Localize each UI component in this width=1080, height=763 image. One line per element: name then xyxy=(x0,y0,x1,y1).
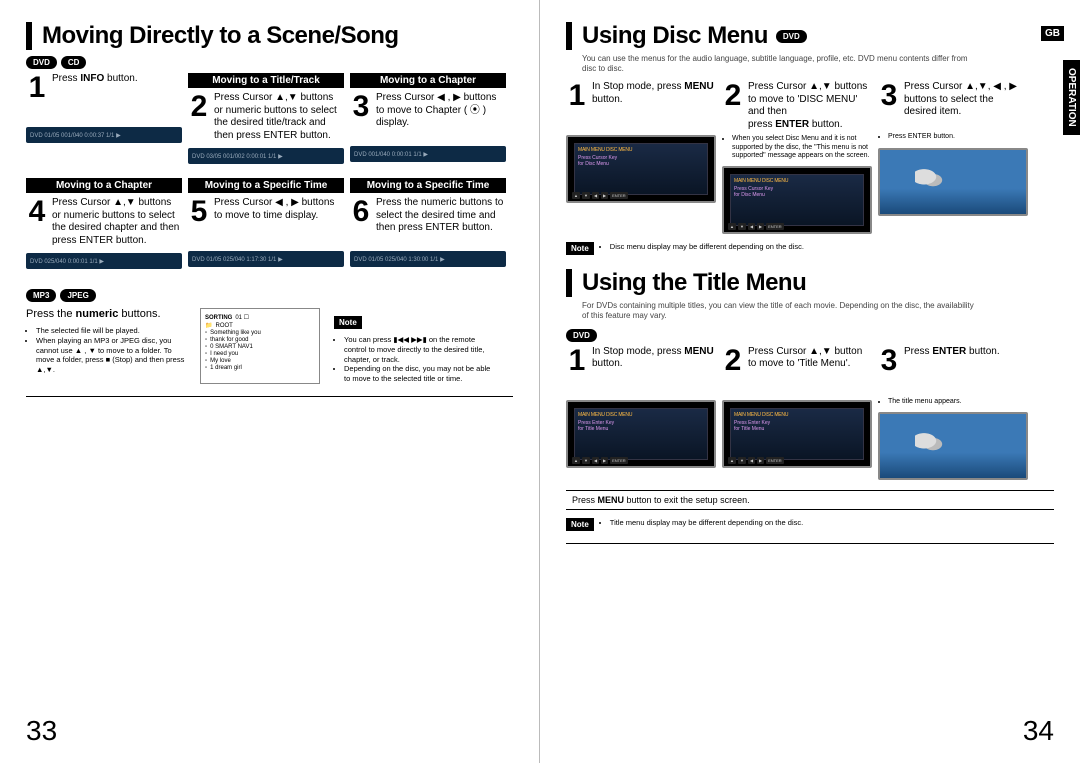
exit-bar: Press MENU button to exit the setup scre… xyxy=(566,490,1054,510)
osd-strip: DVD 025/040 0:00:01 1/1 ▶ xyxy=(26,253,182,269)
step-num: 3 xyxy=(878,346,900,376)
steps-row-1: 1 Press INFO button. DVD 01/05 001/040 0… xyxy=(26,73,513,164)
steps-row-2: Moving to a Chapter 4 Press Cursor ▲,▼ b… xyxy=(26,178,513,269)
section-title-titlemenu: Using the Title Menu xyxy=(582,269,806,297)
titlemenu-intro: For DVDs containing multiple titles, you… xyxy=(582,301,982,320)
step-5: Moving to a Specific Time 5 Press Cursor… xyxy=(188,178,344,269)
step-text: Press Cursor ▲,▼, ◀ , ▶ buttons to selec… xyxy=(904,81,1028,119)
screen-thumb-dolphin xyxy=(878,148,1028,216)
step-text: Press Cursor ▲,▼ button to move to 'Titl… xyxy=(748,346,872,371)
media-badges-titlemenu: DVD xyxy=(566,329,1054,342)
step-6: Moving to a Specific Time 6 Press the nu… xyxy=(350,178,506,269)
disc-note-row: Note Disc menu display may be different … xyxy=(566,242,1054,255)
screen-thumb: MAIN MENU DISC MENU Press Cursor Key for… xyxy=(722,166,872,234)
step-sub: Moving to a Chapter xyxy=(350,73,506,88)
screen-thumb: MAIN MENU DISC MENU Press Enter Key for … xyxy=(566,400,716,468)
step-text: Press ENTER button. xyxy=(904,346,1000,359)
step-text: Press Cursor ▲,▼ buttons to move to 'DIS… xyxy=(748,81,872,131)
screen-thumb: MAIN MENU DISC MENU Press Cursor Key for… xyxy=(566,135,716,203)
note-badge: Note xyxy=(566,518,594,531)
disc-steps-row: 1 In Stop mode, press MENU button. MAIN … xyxy=(566,81,1054,234)
footer-divider xyxy=(566,543,1054,544)
sort-box: SORTING 01 ☐ 📁 ROOT ▫ Something like you… xyxy=(200,308,320,384)
title-step-2: 2 Press Cursor ▲,▼ button to move to 'Ti… xyxy=(722,346,872,480)
osd-strip: DVD 01/05 025/040 1:17:30 1/1 ▶ xyxy=(188,251,344,267)
note-badge: Note xyxy=(566,242,594,255)
disc-step-2: 2 Press Cursor ▲,▼ buttons to move to 'D… xyxy=(722,81,872,234)
lang-badge: GB xyxy=(1041,26,1064,41)
step-text: Press Cursor ▲,▼ buttons or numeric butt… xyxy=(214,92,344,142)
step-2: Moving to a Title/Track 2 Press Cursor ▲… xyxy=(188,73,344,164)
step-num: 2 xyxy=(188,92,210,122)
osd-strip: DVD 01/05 025/040 1:30:00 1/1 ▶ xyxy=(350,251,506,267)
badge-cd: CD xyxy=(61,56,87,69)
page-number-left: 33 xyxy=(26,715,57,747)
badge-jpeg: JPEG xyxy=(60,289,95,302)
step-text: Press Cursor ▲,▼ buttons or numeric butt… xyxy=(52,197,182,247)
step-sub: Moving to a Specific Time xyxy=(350,178,506,193)
title-step3-note: The title menu appears. xyxy=(878,398,1028,406)
side-tab-operation: OPERATION xyxy=(1063,60,1080,135)
disc-intro: You can use the menus for the audio lang… xyxy=(582,54,982,73)
step-text: Press Cursor ◀ , ▶ buttons to move to ti… xyxy=(214,197,344,222)
step-4: Moving to a Chapter 4 Press Cursor ▲,▼ b… xyxy=(26,178,182,269)
step-num: 5 xyxy=(188,197,210,227)
media-badges-mp3: MP3 JPEG xyxy=(26,289,513,302)
disc-step-1: 1 In Stop mode, press MENU button. MAIN … xyxy=(566,81,716,234)
step-num: 3 xyxy=(350,92,372,122)
title-step-1: 1 In Stop mode, press MENU button. MAIN … xyxy=(566,346,716,480)
step-num: 1 xyxy=(566,346,588,376)
step-text: In Stop mode, press MENU button. xyxy=(592,81,716,106)
disc-step2-note: When you select Disc Menu and it is not … xyxy=(722,135,872,160)
step-num: 4 xyxy=(26,197,48,227)
page-title-left: Moving Directly to a Scene/Song xyxy=(42,22,399,50)
badge-mp3: MP3 xyxy=(26,289,56,302)
step-num: 3 xyxy=(878,81,900,111)
step-1: 1 Press INFO button. DVD 01/05 001/040 0… xyxy=(26,73,182,164)
step-3: Moving to a Chapter 3 Press Cursor ◀ , ▶… xyxy=(350,73,506,164)
mp3-bullets: The selected file will be played. When p… xyxy=(26,326,186,375)
step-sub: Moving to a Title/Track xyxy=(188,73,344,88)
mp3-jpeg-section: MP3 JPEG Press the numeric buttons. The … xyxy=(26,289,513,384)
title-step-3: 3 Press ENTER button. The title menu app… xyxy=(878,346,1028,480)
page-number-right: 34 xyxy=(1023,715,1054,747)
note-row-left: Note xyxy=(334,316,494,329)
disc-step-3: 3 Press Cursor ▲,▼, ◀ , ▶ buttons to sel… xyxy=(878,81,1028,234)
step-text: Press INFO button. xyxy=(52,73,138,86)
step-num: 2 xyxy=(722,346,744,376)
title-row-disc: Using Disc Menu DVD xyxy=(566,22,1054,50)
title-row-titlemenu: Using the Title Menu xyxy=(566,269,1054,297)
note-badge: Note xyxy=(334,316,362,329)
step-num: 1 xyxy=(26,73,48,103)
step-num: 6 xyxy=(350,197,372,227)
media-badges-left: DVD CD xyxy=(26,56,513,69)
badge-dvd-title: DVD xyxy=(566,329,597,342)
title-steps-row: 1 In Stop mode, press MENU button. MAIN … xyxy=(566,346,1054,480)
step-sub: Moving to a Chapter xyxy=(26,178,182,193)
osd-strip: DVD 001/040 0:00:01 1/1 ▶ xyxy=(350,146,506,162)
title-row-left: Moving Directly to a Scene/Song xyxy=(26,22,513,50)
step-num: 2 xyxy=(722,81,744,111)
badge-dvd-disc: DVD xyxy=(776,30,807,43)
disc-note-text: Disc menu display may be different depen… xyxy=(610,242,804,252)
page-33: Moving Directly to a Scene/Song DVD CD 1… xyxy=(0,0,540,763)
screen-thumb: MAIN MENU DISC MENU Press Enter Key for … xyxy=(722,400,872,468)
note-bullets-left: You can press ▮◀◀ ▶▶▮ on the remote cont… xyxy=(334,335,494,384)
section-title-disc: Using Disc Menu xyxy=(582,22,768,50)
screen-thumb-dolphin xyxy=(878,412,1028,480)
step-num: 1 xyxy=(566,81,588,111)
page-34: GB OPERATION Using Disc Menu DVD You can… xyxy=(540,0,1080,763)
step-text: In Stop mode, press MENU button. xyxy=(592,346,716,371)
footer-divider xyxy=(26,396,513,397)
title-note-row: Note Title menu display may be different… xyxy=(566,518,1054,531)
disc-step3-note: Press ENTER button. xyxy=(878,133,1028,141)
title-note-text: Title menu display may be different depe… xyxy=(610,518,803,528)
badge-dvd: DVD xyxy=(26,56,57,69)
step-text: Press Cursor ◀ , ▶ buttons to move to Ch… xyxy=(376,92,506,130)
mp3-instruction: Press the numeric buttons. xyxy=(26,308,186,320)
step-text: Press the numeric buttons to select the … xyxy=(376,197,506,235)
osd-strip: DVD 01/05 001/040 0:00:37 1/1 ▶ xyxy=(26,127,182,143)
osd-strip: DVD 03/05 001/002 0:00:01 1/1 ▶ xyxy=(188,148,344,164)
step-sub: Moving to a Specific Time xyxy=(188,178,344,193)
